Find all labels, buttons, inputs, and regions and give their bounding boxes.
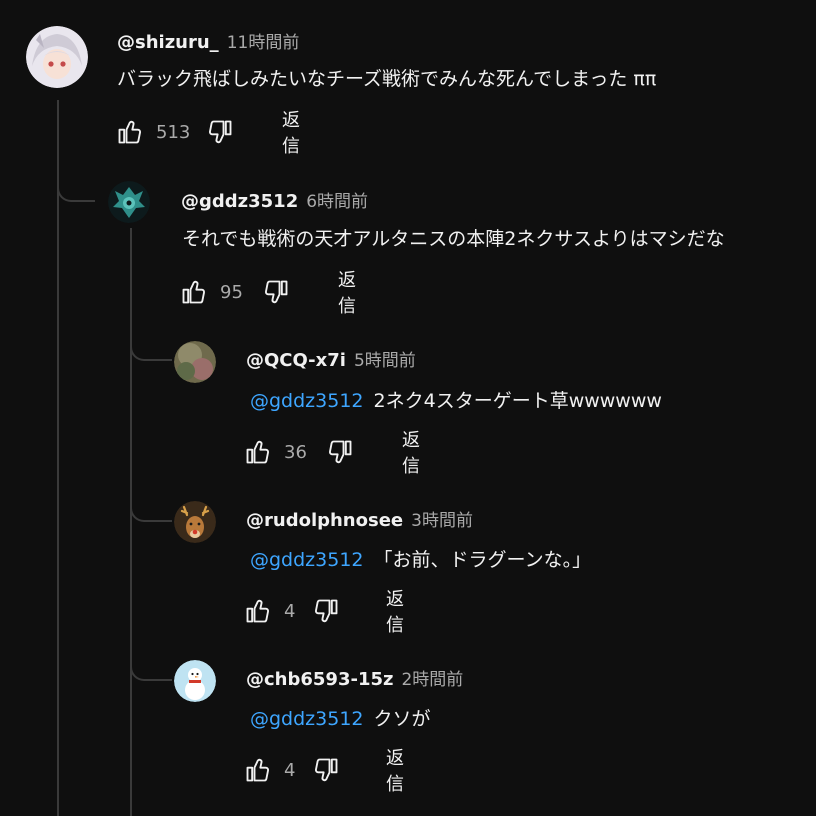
comment-timestamp[interactable]: 6時間前 (306, 192, 368, 212)
thread-line-main (57, 100, 59, 816)
dislike-button[interactable] (312, 596, 340, 626)
mention-link[interactable]: @gddz3512 (250, 390, 364, 412)
comment-timestamp[interactable]: 3時間前 (411, 511, 473, 531)
like-button[interactable] (116, 117, 144, 147)
thumbs-down-icon (315, 599, 338, 623)
reply-button[interactable]: 返信 (402, 426, 424, 478)
comment-text: バラック飛ばしみたいなチーズ戦術でみんな死んでしまった ππ (117, 64, 656, 91)
avatar[interactable] (26, 26, 88, 88)
mention-link[interactable]: @gddz3512 (250, 549, 364, 571)
comment-author[interactable]: @chb6593-15z (246, 669, 393, 690)
reply-button[interactable]: 返信 (282, 106, 308, 158)
dislike-button[interactable] (206, 117, 234, 147)
like-count: 95 (220, 281, 243, 303)
snowman-avatar-icon (174, 660, 216, 702)
reply-button[interactable]: 返信 (338, 266, 360, 318)
like-count: 4 (284, 600, 296, 622)
comment-body: クソが (373, 708, 431, 730)
comment-body: バラック飛ばしみたいなチーズ戦術でみんな死んでしまった ππ (117, 68, 657, 90)
thumbs-up-icon (246, 599, 269, 623)
like-count: 513 (156, 121, 191, 143)
thumbs-up-icon (246, 758, 269, 782)
thread-line-replies (130, 228, 132, 816)
comment-author[interactable]: @gddz3512 (181, 191, 298, 212)
teal-dragon-avatar-icon (108, 181, 150, 223)
dislike-button[interactable] (326, 437, 354, 467)
thread-branch (130, 659, 172, 681)
reply-button[interactable]: 返信 (386, 585, 408, 637)
avatar[interactable] (174, 660, 216, 702)
thread-branch (57, 180, 95, 202)
thumbs-up-icon (118, 120, 141, 144)
thumbs-down-icon (329, 440, 352, 464)
like-button[interactable] (244, 596, 272, 626)
avatar[interactable] (108, 181, 150, 223)
comment-author[interactable]: @shizuru_ (117, 32, 219, 53)
anime-girl-avatar-icon (26, 26, 88, 88)
comment-author[interactable]: @QCQ-x7i (246, 350, 346, 371)
thumbs-down-icon (265, 280, 288, 304)
comment-body: それでも戦術の天才アルタニスの本陣2ネクサスよりはマシだな (182, 228, 725, 250)
like-button[interactable] (244, 437, 272, 467)
comment-timestamp[interactable]: 11時間前 (227, 33, 300, 53)
comment-text: @gddz3512 2ネク4スターゲート草wwwwww (250, 386, 662, 413)
comment-timestamp[interactable]: 5時間前 (354, 351, 416, 371)
comment-text: @gddz3512 「お前、ドラグーンな。」 (250, 545, 591, 572)
comment-text: @gddz3512 クソが (250, 704, 431, 731)
like-button[interactable] (180, 277, 208, 307)
comment-author[interactable]: @rudolphnosee (246, 510, 403, 531)
comment-text: それでも戦術の天才アルタニスの本陣2ネクサスよりはマシだな (182, 224, 725, 251)
thread-branch (130, 339, 172, 361)
comment-body: 2ネク4スターゲート草wwwwww (373, 390, 662, 412)
comment-body: 「お前、ドラグーンな。」 (373, 549, 592, 571)
thread-branch (130, 500, 172, 522)
avatar[interactable] (174, 501, 216, 543)
mention-link[interactable]: @gddz3512 (250, 708, 364, 730)
blurred-photo-avatar-icon (174, 341, 216, 383)
thumbs-down-icon (209, 120, 232, 144)
like-button[interactable] (244, 755, 272, 785)
like-count: 36 (284, 441, 307, 463)
comment-timestamp[interactable]: 2時間前 (401, 670, 463, 690)
reply-button[interactable]: 返信 (386, 744, 408, 796)
thumbs-up-icon (246, 440, 269, 464)
avatar[interactable] (174, 341, 216, 383)
thumbs-up-icon (182, 280, 205, 304)
dislike-button[interactable] (312, 755, 340, 785)
dislike-button[interactable] (262, 277, 290, 307)
like-count: 4 (284, 759, 296, 781)
thumbs-down-icon (315, 758, 338, 782)
reindeer-avatar-icon (174, 501, 216, 543)
